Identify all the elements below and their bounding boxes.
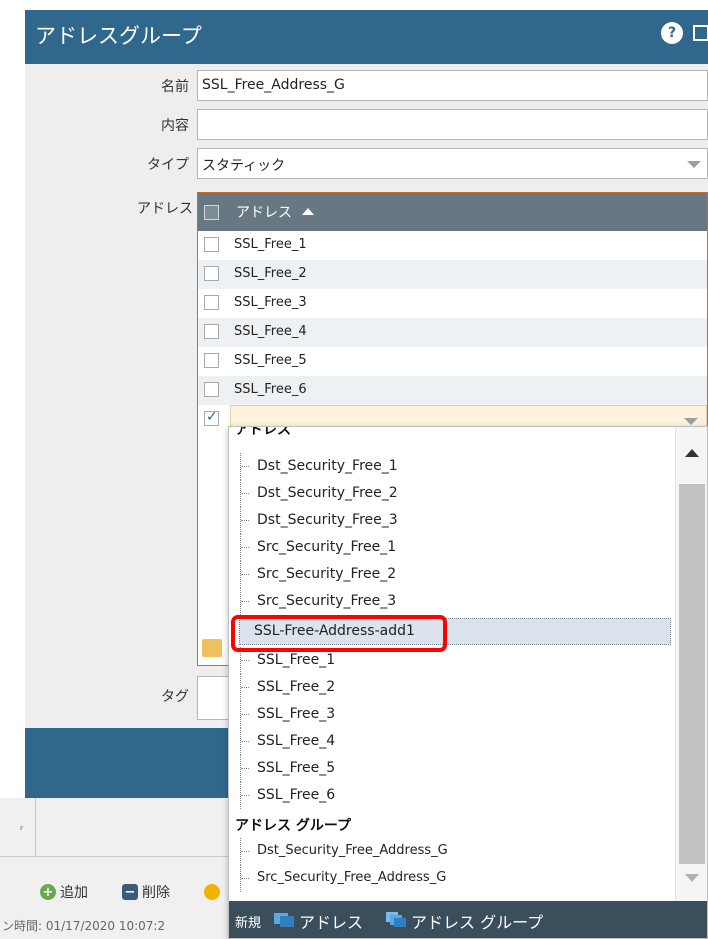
- dialog-title: アドレスグループ: [35, 24, 202, 48]
- table-row[interactable]: SSL_Free_6: [198, 376, 707, 405]
- caret-icon: ʳ: [20, 823, 24, 837]
- type-select[interactable]: スタティック: [197, 148, 708, 179]
- table-row[interactable]: SSL_Free_3: [198, 289, 707, 318]
- list-item[interactable]: Src_Security_Free_Address_G: [239, 865, 671, 892]
- row-checkbox-checked[interactable]: ✓: [204, 409, 219, 426]
- row-checkbox[interactable]: [204, 353, 219, 368]
- list-item-label: SSL_Free_5: [257, 760, 336, 776]
- scrollbar[interactable]: [675, 427, 707, 901]
- list-item-label: Src_Security_Free_Address_G: [257, 870, 447, 885]
- tag-label: タグ: [161, 689, 189, 705]
- folder-icon[interactable]: [202, 639, 222, 657]
- group-header-address-groups: アドレス グループ: [235, 818, 352, 834]
- chevron-down-icon[interactable]: [687, 161, 701, 168]
- row-address: SSL_Free_6: [234, 382, 307, 397]
- scroll-up-icon[interactable]: [685, 449, 699, 457]
- row-address: SSL_Free_1: [234, 237, 307, 252]
- list-item-label: SSL_Free_2: [257, 679, 336, 695]
- list-item-label: Dst_Security_Free_2: [257, 485, 398, 501]
- row-checkbox[interactable]: [204, 237, 219, 252]
- row-address: SSL_Free_5: [234, 353, 307, 368]
- title-bar: アドレスグループ ?: [25, 10, 708, 64]
- row-address: SSL_Free_2: [234, 266, 307, 281]
- new-address-group-button[interactable]: アドレス グループ: [411, 909, 543, 933]
- address-label: アドレス: [137, 201, 193, 217]
- name-label: 名前: [161, 79, 189, 95]
- description-label: 内容: [161, 118, 189, 134]
- add-button[interactable]: + 追加: [40, 882, 88, 902]
- address-dropdown: アドレス Dst_Security_Free_1 Dst_Security_Fr…: [228, 426, 708, 939]
- column-header-address[interactable]: アドレス: [236, 202, 292, 222]
- grid-header: アドレス: [198, 193, 707, 231]
- add-label: 追加: [60, 885, 88, 901]
- table-row[interactable]: SSL_Free_5: [198, 347, 707, 376]
- list-item[interactable]: Src_Security_Free_1: [239, 534, 671, 561]
- list-item[interactable]: Dst_Security_Free_Address_G: [239, 838, 671, 865]
- name-input[interactable]: SSL_Free_Address_G: [197, 70, 708, 101]
- group-header-addresses: アドレス: [235, 427, 291, 438]
- list-item-label: Src_Security_Free_3: [257, 593, 397, 609]
- clone-icon[interactable]: [204, 884, 220, 900]
- list-item[interactable]: Dst_Security_Free_2: [239, 480, 671, 507]
- scroll-thumb[interactable]: [679, 484, 705, 864]
- chevron-down-icon[interactable]: [684, 418, 698, 425]
- list-item[interactable]: SSL_Free_6: [239, 782, 671, 809]
- address-object-icon: [274, 913, 294, 927]
- list-item-label: SSL_Free_6: [257, 787, 336, 803]
- row-checkbox[interactable]: [204, 295, 219, 310]
- list-item[interactable]: SSL_Free_5: [239, 755, 671, 782]
- list-item[interactable]: SSL_Free_2: [239, 674, 671, 701]
- select-all-checkbox[interactable]: [204, 205, 219, 220]
- list-item[interactable]: Src_Security_Free_2: [239, 561, 671, 588]
- type-value: スタティック: [202, 158, 286, 174]
- list-item[interactable]: SSL_Free_4: [239, 728, 671, 755]
- plus-icon: +: [40, 884, 56, 900]
- scroll-down-icon[interactable]: [685, 874, 699, 882]
- sort-ascending-icon: [302, 208, 314, 215]
- list-item-label: Dst_Security_Free_Address_G: [257, 843, 448, 858]
- list-item[interactable]: Dst_Security_Free_3: [239, 507, 671, 534]
- list-item[interactable]: SSL_Free_3: [239, 701, 671, 728]
- table-row[interactable]: SSL_Free_2: [198, 260, 707, 289]
- list-item-label: Src_Security_Free_1: [257, 539, 397, 555]
- highlight-annotation: [231, 615, 447, 652]
- list-item-label: Dst_Security_Free_1: [257, 458, 398, 474]
- maximize-icon[interactable]: [693, 25, 708, 41]
- dropdown-footer: 新規 アドレス アドレス グループ: [229, 901, 707, 938]
- dropdown-list: アドレス Dst_Security_Free_1 Dst_Security_Fr…: [229, 427, 675, 901]
- row-address: SSL_Free_3: [234, 295, 307, 310]
- new-label: 新規: [235, 916, 262, 931]
- row-checkbox[interactable]: [204, 324, 219, 339]
- list-item-label: Dst_Security_Free_3: [257, 512, 398, 528]
- table-row[interactable]: SSL_Free_4: [198, 318, 707, 347]
- row-address: SSL_Free_4: [234, 324, 307, 339]
- list-item-label: SSL_Free_4: [257, 733, 336, 749]
- table-row[interactable]: SSL_Free_1: [198, 231, 707, 260]
- delete-button[interactable]: − 削除: [122, 882, 170, 902]
- row-checkbox[interactable]: [204, 266, 219, 281]
- status-text: ン時間: 01/17/2020 10:07:2: [2, 919, 166, 933]
- list-item-label: SSL_Free_1: [257, 652, 336, 668]
- list-item[interactable]: Dst_Security_Free_1: [239, 453, 671, 480]
- minus-icon: −: [122, 884, 138, 900]
- new-address-button[interactable]: アドレス: [299, 909, 363, 933]
- description-input[interactable]: [197, 109, 708, 140]
- list-item-label: SSL_Free_3: [257, 706, 336, 722]
- list-item[interactable]: Src_Security_Free_3: [239, 588, 671, 615]
- row-checkbox[interactable]: [204, 382, 219, 397]
- delete-label: 削除: [142, 885, 170, 901]
- type-label: タイプ: [147, 157, 189, 173]
- divider: [35, 798, 36, 856]
- check-icon: ✓: [206, 409, 218, 425]
- address-group-icon: [386, 912, 406, 927]
- list-item-label: Src_Security_Free_2: [257, 566, 397, 582]
- help-icon[interactable]: ?: [661, 22, 683, 44]
